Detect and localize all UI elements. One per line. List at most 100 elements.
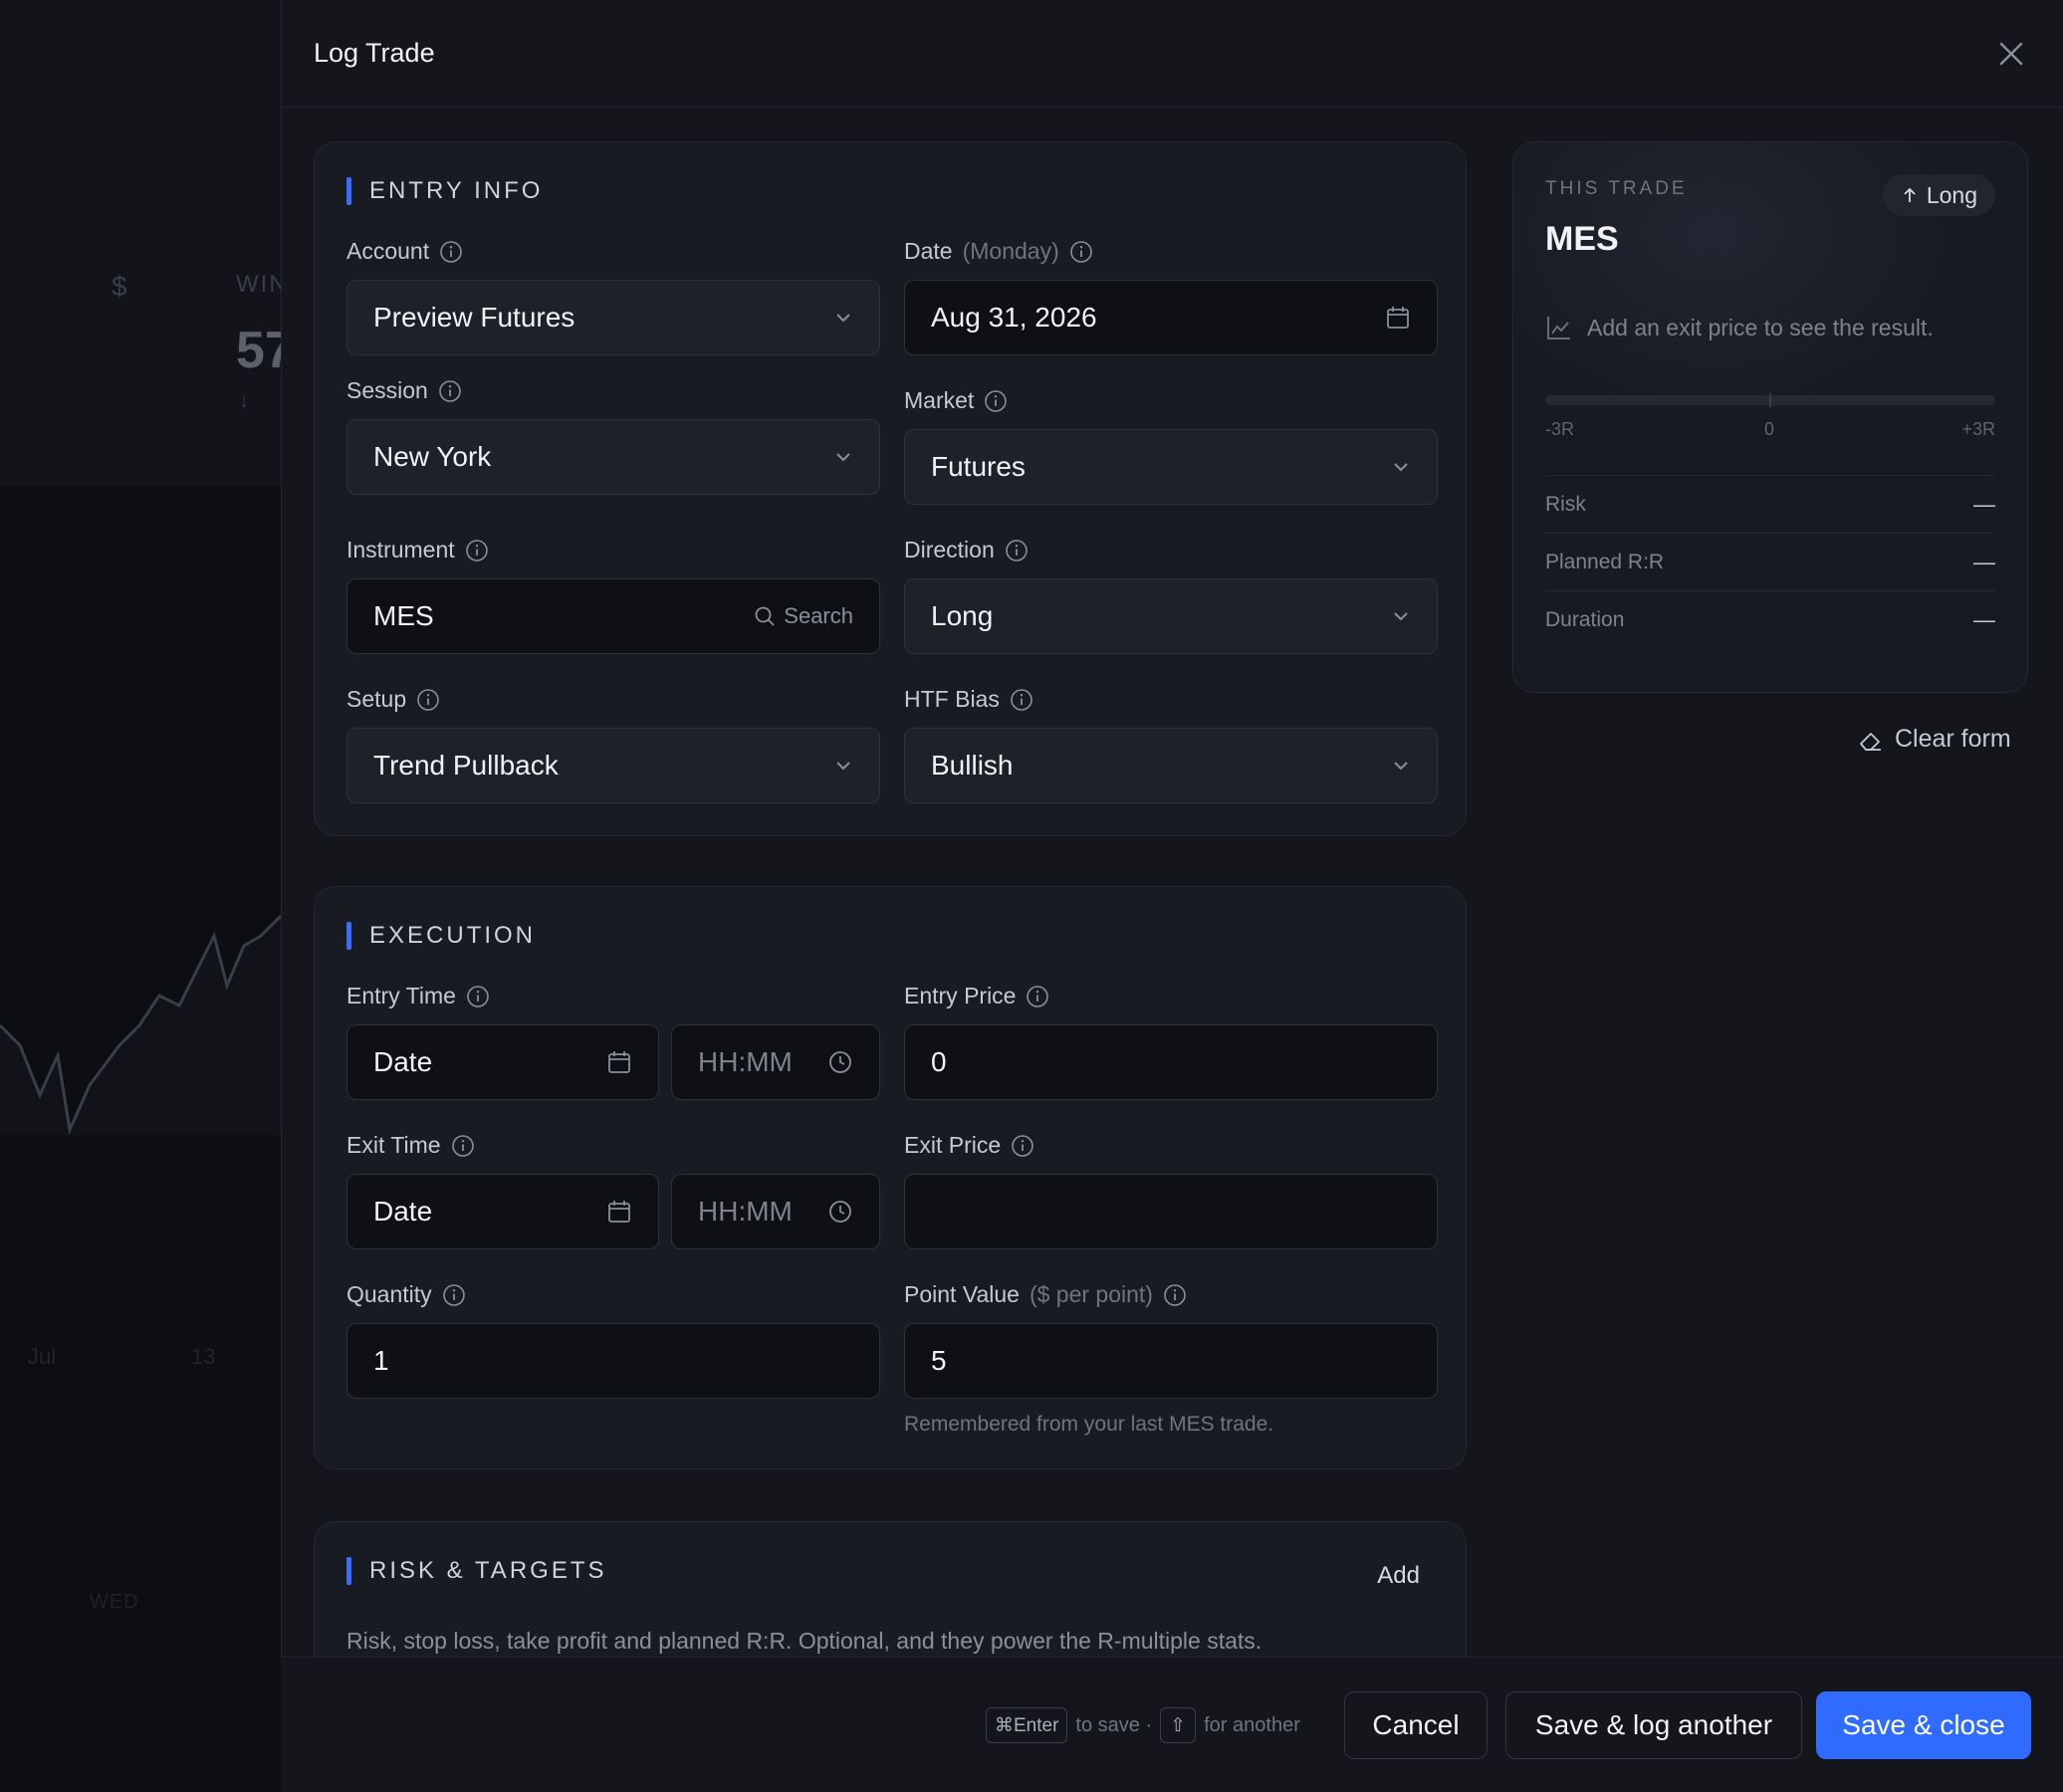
section-title: RISK & TARGETS <box>346 1556 607 1586</box>
point-value-unit-hint: ($ per point) <box>1029 1281 1153 1307</box>
clock-icon[interactable] <box>827 1049 853 1075</box>
direction-label-text: Direction <box>904 537 995 562</box>
info-icon[interactable] <box>1026 985 1049 1008</box>
session-select-value: New York <box>373 441 492 472</box>
chevron-down-icon <box>1394 762 1408 771</box>
info-icon[interactable] <box>1010 688 1033 712</box>
summary-row-value: — <box>1973 606 1995 632</box>
info-icon[interactable] <box>439 240 463 264</box>
instrument-search-button[interactable]: Search <box>754 603 853 629</box>
entry-time-input[interactable]: HH:MM <box>671 1024 880 1100</box>
htf-bias-select[interactable]: Bullish <box>904 728 1438 803</box>
session-select[interactable]: New York <box>346 419 880 495</box>
account-select[interactable]: Preview Futures <box>346 280 880 355</box>
info-icon[interactable] <box>442 1283 466 1307</box>
entry-date-input[interactable]: Date <box>346 1024 659 1100</box>
chevron-down-icon <box>1394 612 1408 621</box>
account-select-value: Preview Futures <box>373 302 575 333</box>
calendar-icon[interactable] <box>1385 305 1411 331</box>
scale-mid-label: 0 <box>1764 419 1775 439</box>
point-value-label: Point Value ($ per point) <box>904 1281 1187 1308</box>
market-label-text: Market <box>904 387 975 413</box>
info-icon[interactable] <box>465 539 489 562</box>
direction-label: Direction <box>904 537 1029 563</box>
close-icon <box>1999 42 2023 66</box>
htf-bias-label: HTF Bias <box>904 686 1033 713</box>
drawer-footer: ⌘Enter to save · ⇧ for another Cancel Sa… <box>281 1657 2063 1792</box>
add-risk-button[interactable]: Add <box>1377 1562 1420 1590</box>
quantity-input[interactable]: 1 <box>346 1323 880 1399</box>
exit-price-label-text: Exit Price <box>904 1132 1002 1158</box>
info-icon[interactable] <box>466 985 490 1008</box>
exit-time-input[interactable]: HH:MM <box>671 1174 880 1249</box>
eraser-icon <box>1860 732 1881 751</box>
risk-targets-description: Risk, stop loss, take profit and planned… <box>346 1628 1262 1654</box>
clear-form-label: Clear form <box>1895 725 2011 753</box>
info-icon[interactable] <box>984 389 1008 413</box>
drawer-header: Log Trade <box>282 0 2063 108</box>
section-title-text: RISK & TARGETS <box>369 1557 607 1584</box>
summary-kicker: THIS TRADE <box>1545 178 1688 199</box>
setup-label-text: Setup <box>346 686 407 712</box>
info-icon[interactable] <box>1069 240 1093 264</box>
exit-price-label: Exit Price <box>904 1132 1034 1159</box>
quantity-label: Quantity <box>346 1281 466 1308</box>
instrument-input[interactable]: MES Search <box>346 578 880 654</box>
summary-row-risk: Risk — <box>1545 475 1995 533</box>
background-stat-label: WIN <box>236 271 281 298</box>
market-select[interactable]: Futures <box>904 429 1438 505</box>
point-value-value: 5 <box>931 1345 947 1376</box>
market-label: Market <box>904 387 1008 414</box>
entry-price-value: 0 <box>931 1046 947 1077</box>
close-button[interactable] <box>1991 34 2031 74</box>
section-title: EXECUTION <box>346 921 536 951</box>
point-value-helper: Remembered from your last MES trade. <box>904 1413 1274 1436</box>
point-value-input[interactable]: 5 <box>904 1323 1438 1399</box>
dollar-icon: $ <box>112 271 127 302</box>
exit-date-input[interactable]: Date <box>346 1174 659 1249</box>
chevron-down-icon <box>836 762 850 771</box>
save-log-another-button[interactable]: Save & log another <box>1505 1691 1802 1759</box>
chevron-down-icon <box>836 453 850 462</box>
arrow-down-icon: ↓ <box>239 390 249 412</box>
clock-icon[interactable] <box>827 1199 853 1225</box>
calendar-icon[interactable] <box>606 1199 632 1225</box>
section-accent-bar <box>346 177 351 205</box>
cancel-button[interactable]: Cancel <box>1344 1691 1488 1759</box>
background-axis-day: 13 <box>191 1344 216 1369</box>
info-icon[interactable] <box>451 1134 475 1158</box>
shift-icon: ⇧ <box>1160 1707 1197 1743</box>
summary-hint-text: Add an exit price to see the result. <box>1587 314 1934 340</box>
summary-symbol: MES <box>1545 220 1619 258</box>
drawer-title: Log Trade <box>314 38 435 68</box>
calendar-icon[interactable] <box>606 1049 632 1075</box>
date-input[interactable]: Aug 31, 2026 <box>904 280 1438 355</box>
info-icon[interactable] <box>1163 1283 1187 1307</box>
direction-select-value: Long <box>931 600 994 631</box>
kbd-save-text: to save · <box>1075 1713 1153 1736</box>
info-icon[interactable] <box>438 379 462 403</box>
clear-form-button[interactable]: Clear form <box>1857 725 2011 754</box>
session-label-text: Session <box>346 377 428 403</box>
section-accent-bar <box>346 922 351 950</box>
summary-row-planned-rr: Planned R:R — <box>1545 533 1995 590</box>
setup-select[interactable]: Trend Pullback <box>346 728 880 803</box>
info-icon[interactable] <box>1005 539 1029 562</box>
trade-summary-card: THIS TRADE MES Long Add an exit price to… <box>1512 141 2028 693</box>
entry-price-input[interactable]: 0 <box>904 1024 1438 1100</box>
exit-time-label-text: Exit Time <box>346 1132 441 1158</box>
info-icon[interactable] <box>1011 1134 1034 1158</box>
save-close-button[interactable]: Save & close <box>1816 1691 2031 1759</box>
log-trade-drawer: Log Trade ENTRY INFO Account Preview Fut… <box>281 0 2063 1792</box>
entry-price-label-text: Entry Price <box>904 983 1017 1008</box>
summary-row-label: Planned R:R <box>1545 550 1665 573</box>
direction-select[interactable]: Long <box>904 578 1438 654</box>
exit-price-input[interactable] <box>904 1174 1438 1249</box>
account-label-text: Account <box>346 238 430 264</box>
kbd-save: ⌘Enter <box>986 1707 1068 1743</box>
entry-time-label: Entry Time <box>346 983 490 1009</box>
info-icon[interactable] <box>416 688 440 712</box>
entry-time-label-text: Entry Time <box>346 983 456 1008</box>
session-label: Session <box>346 377 462 404</box>
summary-row-value: — <box>1973 549 1995 574</box>
